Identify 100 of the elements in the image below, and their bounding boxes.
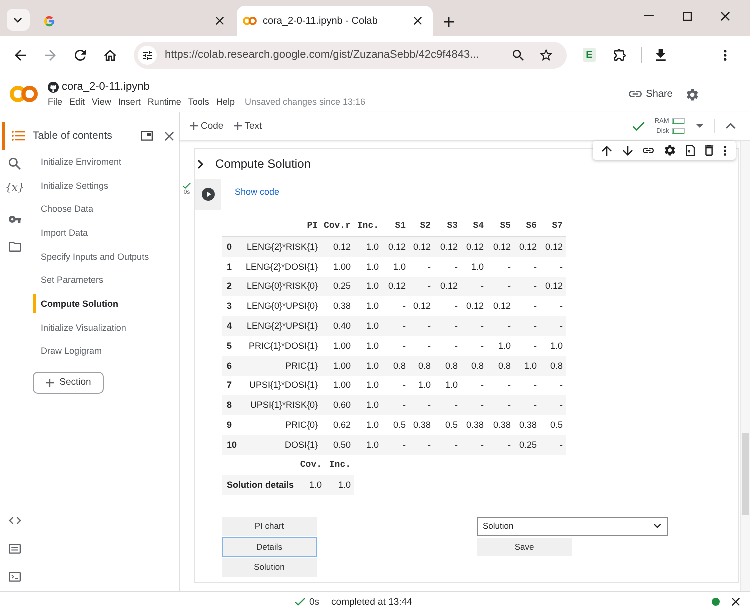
show-code-link[interactable]: Show code — [235, 187, 280, 197]
table-cell: 0.12 — [487, 236, 514, 257]
tab-list-button[interactable] — [7, 9, 30, 31]
widget-button[interactable]: Details — [222, 537, 317, 557]
close-icon[interactable] — [216, 17, 224, 25]
arrow-up-icon[interactable] — [602, 146, 612, 156]
widget-button[interactable]: Solution — [222, 558, 317, 578]
row-index: 9 — [222, 415, 244, 435]
column-header: Inc. — [325, 454, 354, 475]
reload-icon[interactable] — [74, 50, 86, 60]
rings-logo-icon — [10, 86, 38, 102]
table-cell: 0.38 — [461, 415, 487, 435]
search-icon[interactable] — [513, 50, 524, 60]
toc-item[interactable]: Initialize Enviroment — [33, 150, 179, 174]
code-icon[interactable] — [8, 517, 22, 525]
star-icon[interactable] — [540, 49, 553, 61]
settings-icon[interactable] — [686, 89, 698, 101]
table-cell: - — [409, 395, 434, 416]
key-icon[interactable] — [8, 216, 22, 222]
close-icon[interactable] — [732, 598, 740, 606]
add-text-button[interactable]: Text — [234, 120, 262, 132]
table-cell: 1.0 — [354, 376, 382, 396]
site-info-button[interactable] — [138, 46, 157, 64]
table-cell: - — [514, 256, 540, 277]
chevron-up-icon[interactable] — [726, 123, 736, 129]
add-code-button[interactable]: Code — [190, 120, 224, 132]
link-icon[interactable] — [643, 148, 654, 154]
menu-item[interactable]: View — [92, 97, 112, 107]
close-icon[interactable] — [165, 132, 174, 140]
menu-item[interactable]: File — [48, 97, 63, 107]
chevron-right-icon[interactable] — [198, 160, 204, 168]
widget-button[interactable]: PI chart — [222, 516, 317, 536]
notebook-title[interactable]: cora_2-0-11.ipynb — [62, 81, 150, 93]
row-index: 1 — [222, 256, 244, 277]
folder-icon[interactable] — [8, 242, 22, 252]
table-cell: - — [382, 376, 409, 396]
toc-item[interactable]: Choose Data — [33, 197, 179, 222]
toc-item[interactable]: Set Parameters — [33, 268, 179, 292]
download-icon[interactable] — [656, 49, 666, 61]
scrollbar-thumb[interactable] — [742, 433, 749, 515]
more-icon[interactable] — [724, 50, 727, 60]
table-cell: 0.5 — [540, 415, 566, 435]
menu-item[interactable]: Edit — [70, 97, 86, 107]
arrow-down-icon[interactable] — [622, 146, 633, 156]
menu-item[interactable]: Help — [216, 97, 235, 107]
table-cell: 1.00 — [321, 356, 354, 376]
table-cell: - — [540, 395, 566, 416]
back-arrow-icon[interactable] — [14, 50, 26, 60]
run-button[interactable] — [202, 188, 214, 201]
forward-arrow-icon[interactable] — [44, 50, 56, 60]
home-icon[interactable] — [104, 50, 116, 60]
table-cell: 1.0 — [434, 376, 461, 396]
save-button[interactable]: Save — [477, 538, 572, 556]
browser-tab[interactable]: cora_2-0-11.ipynb - Colab — [237, 6, 433, 36]
variables-button[interactable]: {x} — [2, 176, 28, 200]
extension-button[interactable]: E — [583, 48, 596, 62]
more-icon[interactable] — [724, 146, 727, 156]
close-icon[interactable] — [414, 17, 422, 25]
table-cell: - — [540, 316, 566, 336]
puzzle-icon[interactable] — [614, 49, 626, 61]
play-icon — [202, 188, 214, 201]
table-cell: - — [409, 256, 434, 277]
menu-item[interactable]: Insert — [118, 97, 141, 107]
solution-dropdown[interactable]: Solution — [477, 516, 668, 536]
toc-item[interactable]: Initialize Visualization — [33, 316, 179, 340]
address-bar[interactable]: https://colab.research.google.com/gist/ZuzanaSebb/42c9f4843... — [134, 42, 567, 68]
trash-icon[interactable] — [705, 145, 714, 156]
menu-item[interactable]: Runtime — [148, 97, 182, 107]
table-cell: 1.00 — [321, 376, 354, 396]
document-icon[interactable] — [686, 145, 695, 156]
table-cell: 0.12 — [461, 236, 487, 257]
table-cell: 0.8 — [540, 356, 566, 376]
table-cell: - — [434, 434, 461, 455]
table-cell: UPSI{1}*DOSI{1} — [244, 376, 321, 396]
table-cell: LENG{2}*UPSI{1} — [244, 316, 321, 336]
table-cell: 0.12 — [461, 296, 487, 316]
table-cell: 0.12 — [409, 236, 434, 257]
settings-icon[interactable] — [664, 145, 676, 156]
plus-icon[interactable] — [444, 17, 454, 27]
close-icon — [720, 12, 730, 20]
toc-item[interactable]: Initialize Settings — [33, 174, 179, 198]
rings-logo-icon — [243, 16, 257, 26]
terminal-icon[interactable] — [9, 572, 21, 582]
caret-icon[interactable] — [696, 124, 704, 128]
toc-item[interactable]: Specify Inputs and Outputs — [33, 244, 179, 268]
table-cell: 0.38 — [514, 415, 540, 435]
search-icon[interactable] — [9, 158, 21, 170]
table-cell: 0.25 — [321, 276, 354, 296]
table-cell: - — [487, 434, 514, 455]
toc-item[interactable]: Import Data — [33, 221, 179, 245]
panel-title: Table of contents — [33, 130, 112, 142]
toc-item[interactable]: Compute Solution — [33, 292, 179, 316]
window-icon[interactable] — [141, 131, 153, 141]
menu-item[interactable]: Tools — [188, 97, 210, 107]
table-cell: 0.8 — [409, 356, 434, 376]
add-section-button[interactable]: Section — [33, 372, 104, 394]
toc-item[interactable]: Draw Logigram — [33, 340, 179, 364]
share-button[interactable]: Share — [629, 89, 673, 100]
table-cell: 1.0 — [354, 256, 382, 277]
keyboard-icon[interactable] — [9, 544, 21, 554]
